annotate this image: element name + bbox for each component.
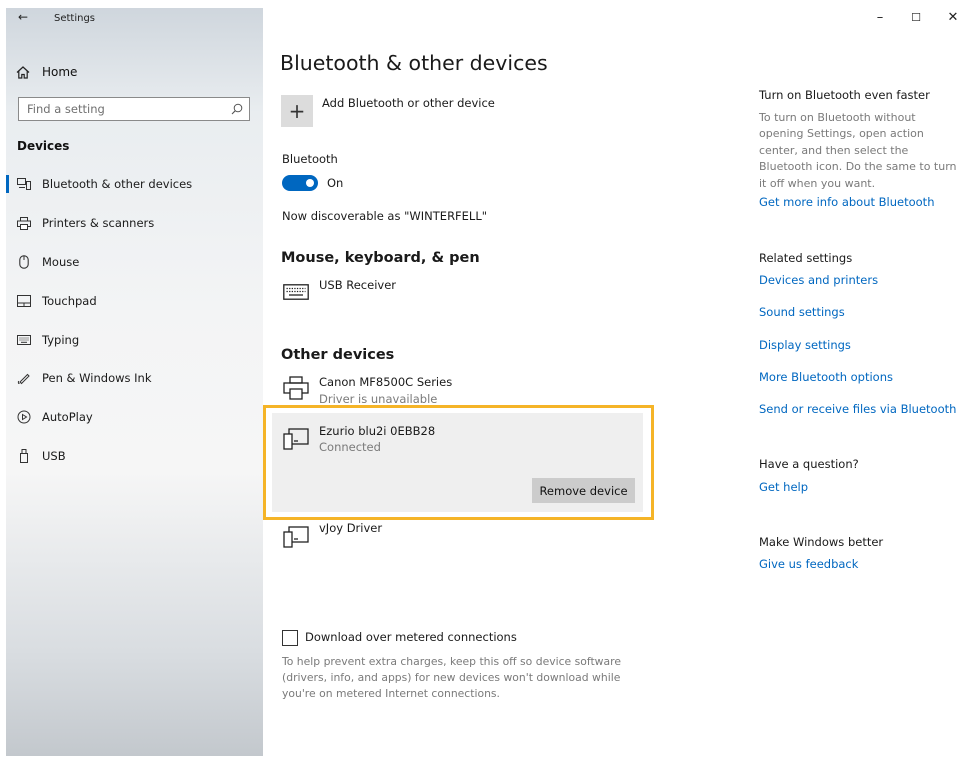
device-name-canon[interactable]: Canon MF8500C Series [319,375,452,389]
device-status-ezurio: Connected [319,440,381,454]
sidebar-item-bluetooth[interactable]: Bluetooth & other devices [6,165,263,204]
autoplay-icon [17,410,31,424]
display-settings-link[interactable]: Display settings [759,338,851,352]
sidebar-item-touchpad[interactable]: Touchpad [6,281,263,320]
sidebar-item-printers[interactable]: Printers & scanners [6,204,263,243]
sidebar: ← Settings Home Find a setting Devices B… [6,8,263,756]
add-device-label[interactable]: Add Bluetooth or other device [322,96,495,110]
search-icon[interactable] [231,100,243,119]
usb-icon [17,448,31,463]
home-nav-item[interactable]: Home [16,62,77,82]
keyboard-icon [282,280,310,304]
add-icon: + [288,99,306,123]
touchpad-icon [17,294,31,308]
printer-icon [17,216,31,230]
bluetooth-state: On [327,176,344,190]
sidebar-section-title: Devices [17,139,70,153]
metered-help-text: To help prevent extra charges, keep this… [282,655,621,700]
add-device-button[interactable]: + [281,95,313,127]
back-arrow-icon[interactable]: ← [18,10,28,24]
bluetooth-info-link[interactable]: Get more info about Bluetooth [759,195,934,209]
discoverable-text: Now discoverable as "WINTERFELL" [282,209,488,223]
bluetooth-label: Bluetooth [282,152,338,166]
title-bar: ← Settings [6,8,263,30]
printer-icon [282,376,310,400]
home-icon [16,65,34,79]
more-bluetooth-options-link[interactable]: More Bluetooth options [759,370,893,384]
sidebar-item-pen[interactable]: Pen & Windows Ink [6,359,263,398]
other-devices-heading: Other devices [281,347,395,363]
bluetooth-devices-icon [17,177,31,191]
sidebar-nav: Bluetooth & other devices Printers & sca… [6,165,263,475]
device-icon [282,525,310,549]
sidebar-item-label: Touchpad [42,293,97,308]
sidebar-item-label: USB [42,448,66,463]
get-help-link[interactable]: Get help [759,480,808,494]
minimize-icon[interactable]: – [870,10,890,25]
mouse-icon [17,255,31,269]
bluetooth-toggle[interactable] [282,175,318,191]
pen-icon [17,371,31,385]
sidebar-item-label: Printers & scanners [42,216,155,231]
sidebar-item-label: Pen & Windows Ink [42,371,152,386]
search-input[interactable]: Find a setting [27,102,105,116]
devices-printers-link[interactable]: Devices and printers [759,273,878,287]
sidebar-item-usb[interactable]: USB [6,437,263,476]
sound-settings-link[interactable]: Sound settings [759,305,845,319]
metered-checkbox[interactable] [282,630,298,646]
device-name-vjoy[interactable]: vJoy Driver [319,521,382,535]
question-heading: Have a question? [759,457,859,471]
mouse-keyboard-pen-heading: Mouse, keyboard, & pen [281,250,480,266]
related-settings-heading: Related settings [759,251,853,265]
windows-better-heading: Make Windows better [759,535,884,549]
toggle-knob [306,179,314,187]
home-label: Home [42,65,78,79]
sidebar-item-typing[interactable]: Typing [6,320,263,359]
device-status-canon: Driver is unavailable [319,392,438,406]
feedback-link[interactable]: Give us feedback [759,557,858,571]
app-title: Settings [54,13,96,24]
sidebar-item-mouse[interactable]: Mouse [6,243,263,282]
faster-text: To turn on Bluetooth without opening Set… [759,111,957,190]
send-receive-files-link[interactable]: Send or receive files via Bluetooth [759,402,956,416]
sidebar-item-label: Typing [42,332,80,347]
sidebar-item-label: Mouse [42,254,80,269]
device-name-ezurio: Ezurio blu2i 0EBB28 [319,424,436,438]
page-title: Bluetooth & other devices [280,51,548,75]
remove-device-button[interactable]: Remove device [532,478,635,503]
metered-label[interactable]: Download over metered connections [305,630,517,644]
close-icon[interactable]: ✕ [943,10,963,25]
keyboard-icon [17,333,31,347]
maximize-icon[interactable]: ☐ [906,11,926,24]
sidebar-item-label: AutoPlay [42,410,93,425]
device-icon [282,427,310,451]
sidebar-item-label: Bluetooth & other devices [42,177,193,192]
device-name-usb-receiver[interactable]: USB Receiver [319,278,396,292]
faster-heading: Turn on Bluetooth even faster [759,88,930,102]
search-box[interactable]: Find a setting [18,97,250,121]
sidebar-item-autoplay[interactable]: AutoPlay [6,398,263,437]
